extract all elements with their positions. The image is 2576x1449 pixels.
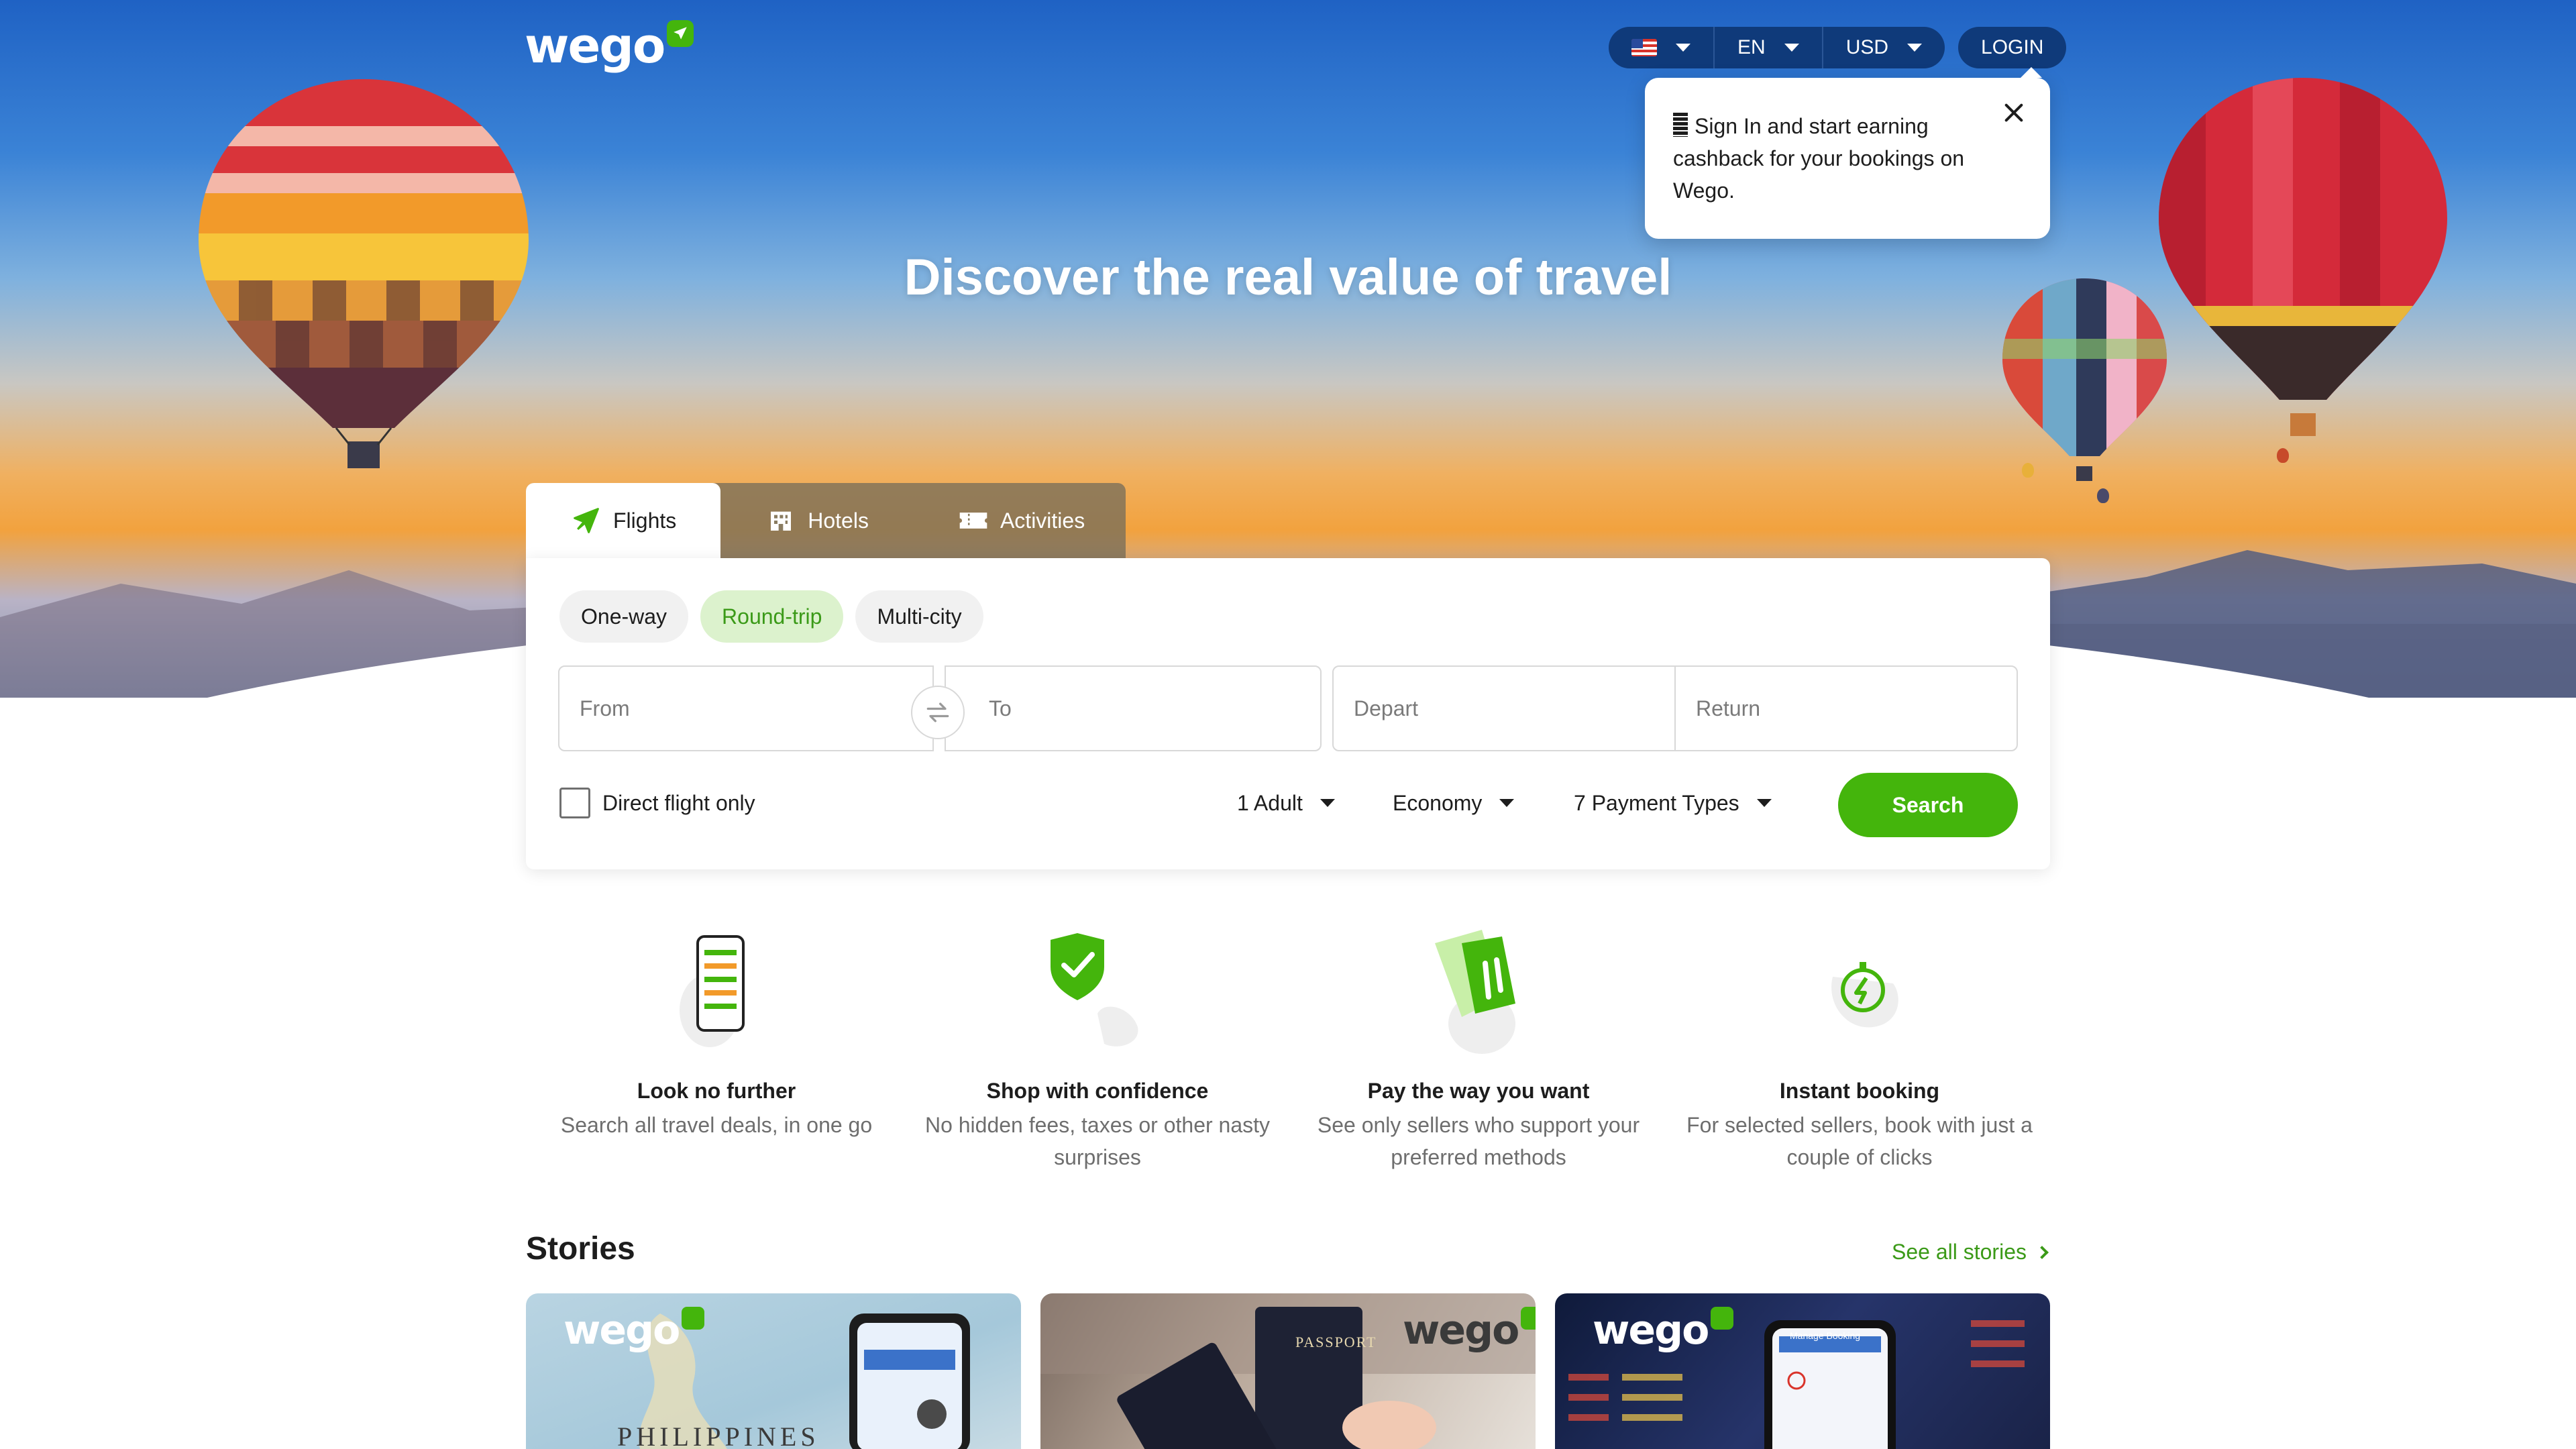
chevron-right-icon <box>2035 1245 2049 1259</box>
direct-flight-label: Direct flight only <box>602 790 755 815</box>
card-hand-icon <box>1435 930 1515 1054</box>
plane-icon <box>572 506 601 535</box>
story-wego-logo: wego <box>1403 1307 1536 1354</box>
swap-airports-button[interactable] <box>911 686 965 739</box>
chevron-down-icon <box>1499 799 1515 807</box>
feature-title: Look no further <box>637 1079 796 1103</box>
language-selector[interactable]: EN <box>1715 27 1823 68</box>
distant-balloon <box>2277 448 2289 463</box>
chevron-down-icon <box>1784 44 1799 52</box>
chevron-down-icon <box>1907 44 1923 52</box>
payment-types-dropdown[interactable]: 7 Payment Types <box>1574 788 1772 818</box>
feature-item: Look no further Search all travel deals,… <box>526 916 907 1173</box>
locale-selector-group: EN USD <box>1609 27 1945 68</box>
us-flag-icon <box>1631 39 1657 56</box>
wego-logo[interactable]: wego <box>525 17 694 74</box>
ticket-icon <box>959 506 988 535</box>
trip-type-round-trip[interactable]: Round-trip <box>700 590 844 643</box>
story-wego-logo: wego <box>564 1307 705 1354</box>
story-card[interactable]: Manage Booking wego <box>1555 1293 2050 1449</box>
see-all-label: See all stories <box>1892 1240 2027 1264</box>
tab-flights[interactable]: Flights <box>526 483 721 558</box>
features-row: Look no further Search all travel deals,… <box>526 916 2050 1173</box>
payment-types-label: 7 Payment Types <box>1574 790 1739 815</box>
cabin-class-label: Economy <box>1393 790 1483 815</box>
feature-item: Shop with confidence No hidden fees, tax… <box>907 916 1288 1173</box>
hotel-icon <box>766 506 796 535</box>
story-card[interactable]: wego PHILIPPINES <box>526 1293 1021 1449</box>
chevron-down-icon <box>1320 799 1335 807</box>
chevron-down-icon <box>1756 799 1772 807</box>
story-image-text: Manage Booking <box>1790 1330 1861 1341</box>
distant-balloon <box>2022 463 2034 478</box>
return-placeholder: Return <box>1696 696 1761 720</box>
feature-item: Pay the way you want See only sellers wh… <box>1288 916 1669 1173</box>
chevron-down-icon <box>1676 44 1690 52</box>
return-date-field[interactable]: Return <box>1674 665 2018 751</box>
to-field[interactable]: To <box>945 665 1322 751</box>
feature-title: Pay the way you want <box>1367 1079 1590 1103</box>
hero-title: Discover the real value of travel <box>904 249 1672 306</box>
search-button[interactable]: Search <box>1838 773 2018 837</box>
tab-label: Hotels <box>808 508 869 533</box>
to-placeholder: To <box>989 696 1012 720</box>
feature-description: Search all travel deals, in one go <box>560 1113 873 1137</box>
feature-title: Instant booking <box>1779 1079 1940 1103</box>
feature-description: No hidden fees, taxes or other nasty sur… <box>924 1113 1271 1169</box>
trip-type-selector: One-way Round-trip Multi-city <box>559 590 996 643</box>
currency-selector[interactable]: USD <box>1823 27 1945 68</box>
lightning-timer-icon <box>1831 962 1898 1028</box>
top-nav: EN USD LOGIN <box>1609 27 2067 68</box>
close-icon[interactable] <box>2002 101 2026 125</box>
story-image-text: PASSPORT <box>1295 1334 1377 1350</box>
logo-text: wego <box>525 17 665 74</box>
feature-description: For selected sellers, book with just a c… <box>1686 1113 2033 1169</box>
language-label: EN <box>1737 36 1766 58</box>
trip-type-one-way[interactable]: One-way <box>559 590 689 643</box>
story-image-text: PHILIPPINES <box>617 1421 820 1449</box>
feature-description: See only sellers who support your prefer… <box>1317 1113 1640 1169</box>
direct-flight-checkbox[interactable] <box>559 788 590 818</box>
depart-date-field[interactable]: Depart <box>1332 665 1676 751</box>
login-button[interactable]: LOGIN <box>1958 27 2067 68</box>
plane-badge-icon <box>667 20 694 47</box>
popover-message: Sign In and start earning cashback for y… <box>1673 114 1965 203</box>
tab-activities[interactable]: Activities <box>913 483 1129 558</box>
feature-item: Instant booking For selected sellers, bo… <box>1669 916 2050 1173</box>
country-selector[interactable] <box>1609 27 1715 68</box>
from-field[interactable]: From <box>558 665 934 751</box>
see-all-stories-link[interactable]: See all stories <box>1892 1240 2049 1265</box>
search-tabs: Flights Hotels Activities <box>526 483 1129 558</box>
story-wego-logo: wego <box>1593 1307 1734 1354</box>
tab-label: Activities <box>1000 508 1085 533</box>
distant-balloon <box>2097 488 2109 503</box>
stories-heading: Stories <box>526 1231 635 1267</box>
passengers-dropdown[interactable]: 1 Adult <box>1237 788 1335 818</box>
currency-label: USD <box>1845 36 1889 58</box>
tab-label: Flights <box>613 508 677 533</box>
tab-hotels[interactable]: Hotels <box>720 483 913 558</box>
trip-type-multi-city[interactable]: Multi-city <box>855 590 983 643</box>
phone-list-icon <box>680 935 745 1047</box>
cabin-class-dropdown[interactable]: Economy <box>1393 788 1515 818</box>
shield-check-icon <box>1051 933 1138 1046</box>
direct-flight-option[interactable]: Direct flight only <box>559 788 755 818</box>
passengers-label: 1 Adult <box>1237 790 1303 815</box>
cashback-signin-popover: Sign In and start earning cashback for y… <box>1645 67 2050 239</box>
depart-placeholder: Depart <box>1354 696 1419 720</box>
cashback-icon <box>1673 113 1688 137</box>
flight-search-form: One-way Round-trip Multi-city From To De… <box>526 558 2050 869</box>
swap-arrows-icon <box>926 702 949 722</box>
feature-title: Shop with confidence <box>986 1079 1209 1103</box>
story-card[interactable]: PASSPORT wego <box>1040 1293 1536 1449</box>
from-placeholder: From <box>580 696 630 720</box>
